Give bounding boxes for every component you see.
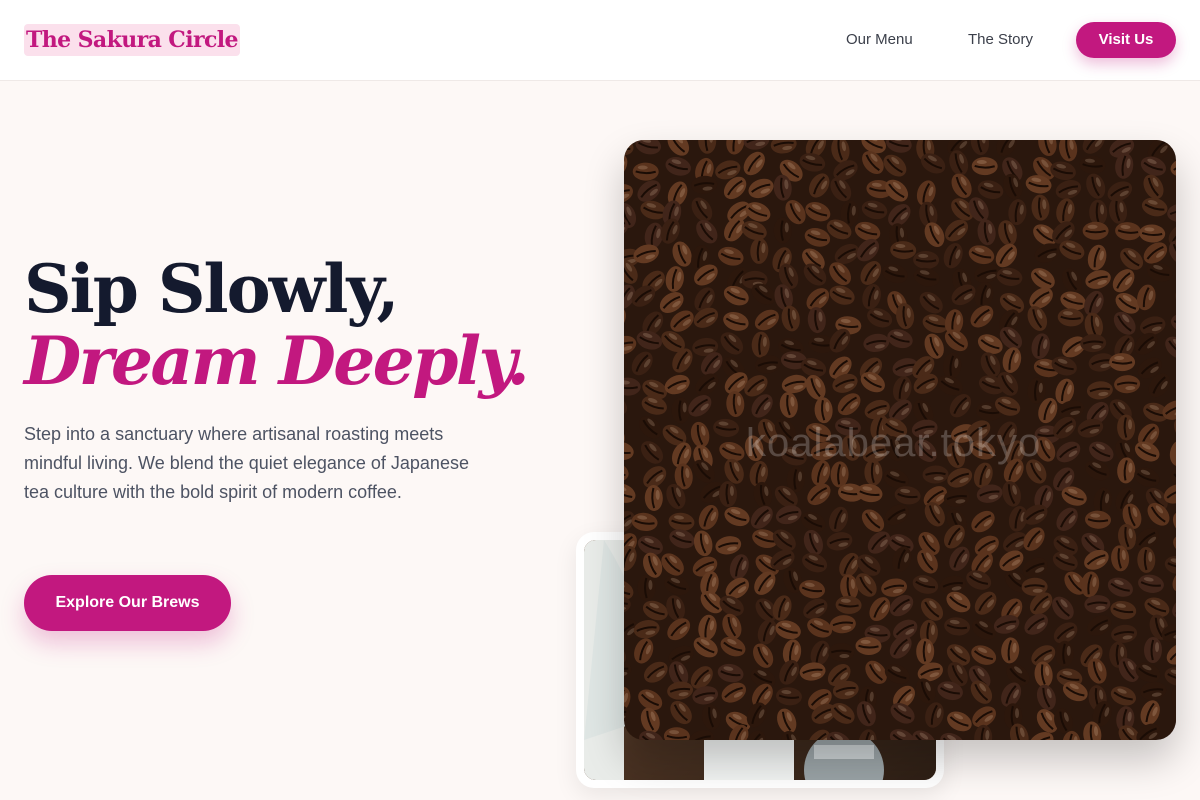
photo-watermark: koalabear.tokyo [746, 421, 1042, 465]
brand-logo[interactable]: The Sakura Circle [24, 24, 240, 56]
visit-us-button[interactable]: Visit Us [1076, 22, 1176, 58]
hero-headline-line-1: Sip Slowly, [24, 250, 400, 328]
nav-link-story[interactable]: The Story [968, 30, 1033, 50]
site-header: The Sakura Circle Our Menu The Story Vis… [0, 0, 1200, 81]
explore-brews-button[interactable]: Explore Our Brews [24, 575, 231, 631]
nav-link-menu[interactable]: Our Menu [846, 30, 913, 50]
hero-description: Step into a sanctuary where artisanal ro… [24, 424, 469, 502]
hero-headline-line-2: Dream Deeply. [24, 322, 530, 400]
